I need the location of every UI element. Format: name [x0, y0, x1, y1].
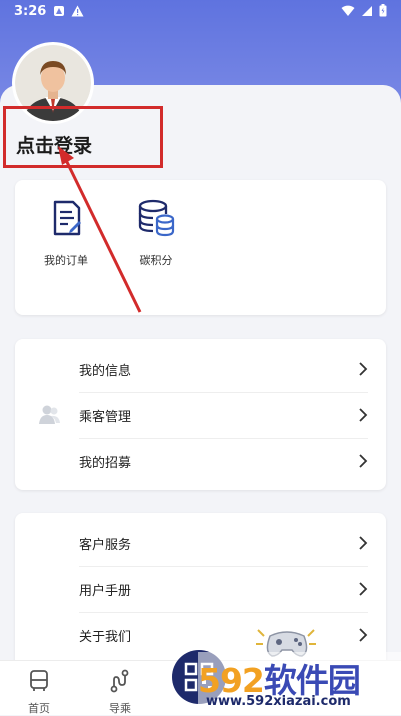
watermark: 592软件园 www.592xiazai.com	[198, 652, 401, 714]
bus-icon	[30, 670, 48, 691]
person-icon	[39, 405, 60, 424]
nav-item-guide[interactable]: 导乘	[95, 669, 145, 716]
warning-icon	[71, 5, 84, 17]
shortcut-my-orders[interactable]: 我的订单	[26, 198, 106, 268]
chevron-right-icon	[359, 362, 368, 376]
menu-item-user-manual[interactable]: 用户手册	[79, 566, 368, 613]
shortcut-carbon-points[interactable]: 碳积分	[116, 198, 196, 268]
battery-icon	[379, 4, 387, 17]
shortcut-label: 碳积分	[139, 254, 173, 267]
status-time: 3:26	[14, 4, 47, 19]
menu-card-account: 我的信息 乘客管理 我的招募	[15, 339, 386, 490]
menu-item-label: 乘客管理	[79, 409, 132, 425]
menu-item-my-recruitment[interactable]: 我的招募	[79, 438, 368, 484]
status-bar: 3:26	[0, 0, 401, 24]
watermark-url: www.592xiazai.com	[206, 694, 351, 709]
route-icon	[110, 669, 129, 693]
chevron-right-icon	[359, 454, 368, 468]
chevron-right-icon	[359, 628, 368, 642]
chevron-right-icon	[359, 582, 368, 596]
menu-item-passenger-management[interactable]: 乘客管理	[79, 392, 368, 439]
carbon-points-database-icon	[138, 199, 175, 237]
wifi-icon	[341, 5, 355, 16]
chevron-right-icon	[359, 408, 368, 422]
annotation-highlight-box	[3, 106, 163, 168]
notification-icon	[54, 6, 64, 16]
menu-item-my-info[interactable]: 我的信息	[79, 346, 368, 393]
signal-icon	[362, 5, 372, 16]
menu-item-customer-service[interactable]: 客户服务	[79, 520, 368, 567]
chevron-right-icon	[359, 536, 368, 550]
shortcuts-card: 我的订单 碳积分	[15, 180, 386, 315]
menu-item-label: 用户手册	[79, 583, 132, 599]
shortcut-label: 我的订单	[44, 254, 88, 267]
menu-card-support: 客户服务 用户手册 关于我们	[15, 513, 386, 673]
order-document-icon	[53, 200, 81, 236]
menu-item-label: 我的招募	[79, 455, 132, 471]
menu-item-label: 我的信息	[79, 363, 132, 379]
menu-item-label: 客户服务	[79, 537, 132, 553]
nav-item-home[interactable]: 首页	[14, 669, 64, 716]
menu-item-label: 关于我们	[79, 629, 132, 645]
